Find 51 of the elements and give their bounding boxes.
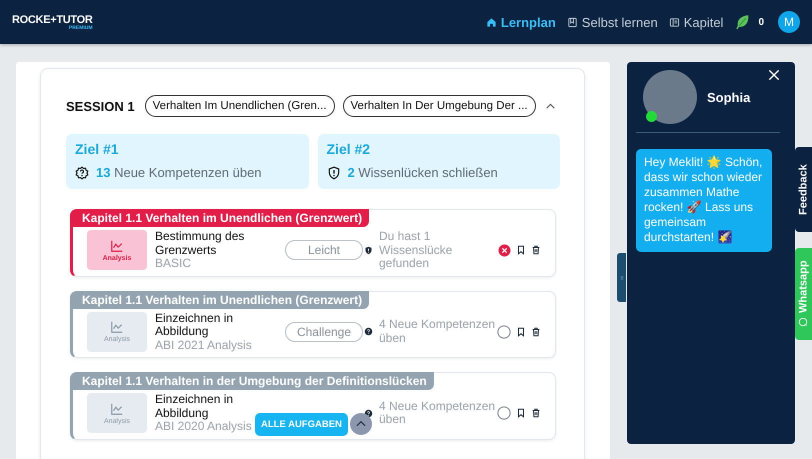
logo-text: ROCKE+TUTOR xyxy=(12,14,93,26)
shield-icon xyxy=(364,246,373,255)
topic-chip[interactable]: Verhalten Im Unendlichen (Gren... xyxy=(144,95,335,117)
chart-icon xyxy=(109,320,125,334)
empty-circle-icon[interactable] xyxy=(497,406,511,420)
book-icon xyxy=(566,16,578,28)
question-badge-icon xyxy=(75,166,89,180)
feedback-tab[interactable]: Feedback xyxy=(795,147,812,232)
task-source: ABI 2021 Analysis xyxy=(155,338,249,352)
chapter-tag: Kapitel 1.1 Verhalten im Unendlichen (Grenzwert) xyxy=(70,209,370,227)
goal-title: Ziel #1 xyxy=(75,141,120,157)
chapter-icon xyxy=(668,16,680,28)
chart-icon xyxy=(109,238,125,253)
goal-text: 13 Neue Kompetenzen üben xyxy=(96,165,262,180)
drag-handle[interactable] xyxy=(617,253,626,302)
bookmark-icon[interactable] xyxy=(516,245,526,256)
chapter-tag: Kapitel 1.1 Verhalten im Unendlichen (Grenzwert) xyxy=(70,290,370,308)
task-source: ABI 2020 Analysis xyxy=(155,420,249,434)
task-title: Bestimmung des Grenzwerts xyxy=(155,230,246,257)
home-icon xyxy=(486,16,497,28)
goal-title: Ziel #2 xyxy=(326,141,372,157)
trash-icon[interactable] xyxy=(531,408,541,418)
empty-circle-icon[interactable] xyxy=(497,324,511,339)
nav-link[interactable]: Selbst lernen xyxy=(566,14,658,30)
bookmark-icon[interactable] xyxy=(516,408,526,418)
task-info: Du hast 1 Wissenslücke gefunden xyxy=(379,230,454,270)
task-info: 4 Neue Kompetenzen üben xyxy=(379,318,496,346)
task-info: 4 Neue Kompetenzen üben xyxy=(379,400,496,427)
nav-link[interactable]: Kapitel xyxy=(668,14,724,30)
shield-icon xyxy=(326,166,340,180)
trash-icon[interactable] xyxy=(531,326,541,337)
task-source: BASIC xyxy=(155,257,192,270)
cross-circle-icon[interactable] xyxy=(498,244,511,257)
question-badge-icon xyxy=(364,327,373,336)
avatar-photo-placeholder xyxy=(643,70,697,124)
chat-message: Hey Meklit! 🌟 Schön, dass wir schon wieder zusammen Mathe rocken! 🚀 Lass uns gemeinsam durchstarten! 🌠 xyxy=(636,149,772,252)
goal-text: 2 Wissenlücken schließen xyxy=(348,165,498,180)
scroll-up-button[interactable] xyxy=(350,413,372,435)
leaf-count: 0 xyxy=(758,16,764,28)
task-title: Einzeichnen in Abbildung xyxy=(155,312,234,338)
close-icon xyxy=(767,68,781,82)
task-title: Einzeichnen in Abbildung xyxy=(155,393,234,420)
tutor-name: Sophia xyxy=(707,90,750,104)
chapter-tag: Kapitel 1.1 Verhalten in der Umgebung der Definitionslücken xyxy=(70,372,434,390)
nav-link[interactable]: Lernplan xyxy=(486,14,556,30)
chat-bubble-icon xyxy=(798,317,808,328)
session-title: SESSION 1 xyxy=(66,98,135,114)
chart-icon xyxy=(109,402,125,416)
bookmark-icon[interactable] xyxy=(516,326,526,337)
trash-icon[interactable] xyxy=(531,245,541,256)
topic-chip[interactable]: Verhalten In Der Umgebung Der ... xyxy=(342,95,536,117)
